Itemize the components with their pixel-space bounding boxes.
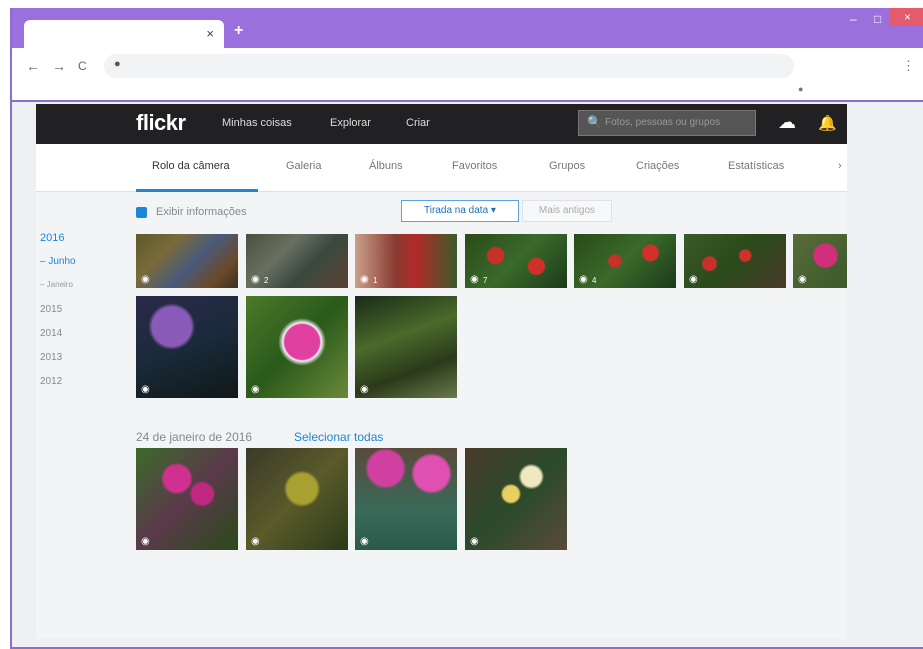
photo-thumbnail[interactable]: ◉ 1: [355, 234, 457, 288]
views-icon: ◉: [470, 274, 479, 285]
show-info-label[interactable]: Exibir informações: [156, 206, 246, 218]
tab-estatisticas[interactable]: Estatísticas: [728, 160, 784, 172]
year-2012[interactable]: 2012: [40, 376, 62, 387]
views-icon: ◉: [141, 274, 150, 285]
year-2016[interactable]: 2016: [40, 232, 64, 244]
nav-explorar[interactable]: Explorar: [330, 117, 371, 129]
photo-thumbnail[interactable]: ◉ 7: [465, 234, 567, 288]
back-icon[interactable]: ←: [26, 58, 40, 74]
photo-thumbnail[interactable]: ◉: [355, 296, 457, 398]
views-icon: ◉: [798, 274, 807, 285]
date-group-heading: 24 de janeiro de 2016: [136, 430, 253, 444]
close-tab-icon[interactable]: ×: [206, 26, 214, 41]
views-icon: ◉: [360, 384, 369, 395]
title-bar: × + – □ ×: [12, 8, 923, 48]
search-input[interactable]: 🔍 Fotos, pessoas ou grupos: [578, 110, 756, 136]
upload-icon[interactable]: ☁: [778, 112, 796, 133]
address-bar[interactable]: ●: [104, 54, 794, 78]
year-2013[interactable]: 2013: [40, 352, 62, 363]
tab-more-chevron-icon[interactable]: ›: [838, 160, 842, 172]
views-icon: ◉: [579, 274, 588, 285]
nav-criar[interactable]: Criar: [406, 117, 430, 129]
browser-tab[interactable]: ×: [24, 20, 224, 48]
tab-galeria[interactable]: Galeria: [286, 160, 321, 172]
flickr-header: flickr Minhas coisas Explorar Criar 🔍 Fo…: [36, 104, 847, 144]
views-count: 7: [483, 276, 488, 285]
year-2015[interactable]: 2015: [40, 304, 62, 315]
select-all-link[interactable]: Selecionar todas: [294, 430, 383, 444]
tab-rolo-da-camera[interactable]: Rolo da câmera: [152, 160, 230, 172]
photo-thumbnail[interactable]: ◉: [246, 448, 348, 550]
photo-thumbnail[interactable]: ◉: [684, 234, 786, 288]
tab-albuns[interactable]: Álbuns: [369, 160, 403, 172]
photo-thumbnail[interactable]: ◉: [793, 234, 847, 288]
extension-icon[interactable]: ●: [798, 84, 803, 94]
new-tab-icon[interactable]: +: [234, 22, 243, 40]
sort-dropdown[interactable]: Tirada na data ▾: [401, 200, 519, 222]
views-icon: ◉: [470, 536, 479, 547]
photo-thumbnail[interactable]: ◉: [465, 448, 567, 550]
flickr-logo[interactable]: flickr: [136, 110, 186, 136]
close-window-icon[interactable]: ×: [890, 8, 923, 26]
photo-thumbnail[interactable]: ◉: [355, 448, 457, 550]
show-info-checkbox[interactable]: [136, 207, 147, 218]
photo-thumbnail[interactable]: ◉: [136, 296, 238, 398]
minimize-icon[interactable]: –: [850, 12, 857, 26]
views-icon: ◉: [360, 536, 369, 547]
nav-minhas-coisas[interactable]: Minhas coisas: [222, 117, 292, 129]
search-icon: 🔍: [587, 115, 602, 129]
views-icon: ◉: [251, 536, 260, 547]
views-icon: ◉: [360, 274, 369, 285]
lock-icon: ●: [114, 58, 121, 70]
views-icon: ◉: [251, 384, 260, 395]
views-count: 1: [373, 276, 378, 285]
tab-favoritos[interactable]: Favoritos: [452, 160, 497, 172]
browser-menu-icon[interactable]: ⋮: [902, 58, 915, 74]
month-junho[interactable]: – Junho: [40, 256, 76, 267]
tab-grupos[interactable]: Grupos: [549, 160, 585, 172]
maximize-icon[interactable]: □: [874, 12, 881, 26]
month-janeiro[interactable]: – Janeiro: [40, 280, 73, 289]
photo-thumbnail[interactable]: ◉ 2: [246, 234, 348, 288]
views-count: 2: [264, 276, 269, 285]
reload-icon[interactable]: C: [78, 59, 87, 73]
bell-icon[interactable]: 🔔: [818, 114, 837, 132]
photo-thumbnail[interactable]: ◉ 4: [574, 234, 676, 288]
year-2014[interactable]: 2014: [40, 328, 62, 339]
views-icon: ◉: [251, 274, 260, 285]
photostream-tabs: Rolo da câmera Galeria Álbuns Favoritos …: [36, 144, 847, 192]
order-button[interactable]: Mais antigos: [522, 200, 612, 222]
browser-toolbar: ← → C ● ⋮ ●: [12, 48, 923, 102]
photo-thumbnail[interactable]: ◉: [136, 234, 238, 288]
views-icon: ◉: [141, 384, 150, 395]
active-tab-underline: [136, 189, 258, 192]
forward-icon[interactable]: →: [52, 58, 66, 74]
search-placeholder: Fotos, pessoas ou grupos: [605, 117, 721, 128]
photo-thumbnail[interactable]: ◉: [246, 296, 348, 398]
photo-thumbnail[interactable]: ◉: [136, 448, 238, 550]
views-count: 4: [592, 276, 597, 285]
flickr-page: flickr Minhas coisas Explorar Criar 🔍 Fo…: [36, 104, 847, 639]
views-icon: ◉: [689, 274, 698, 285]
views-icon: ◉: [141, 536, 150, 547]
tab-criacoes[interactable]: Criações: [636, 160, 679, 172]
